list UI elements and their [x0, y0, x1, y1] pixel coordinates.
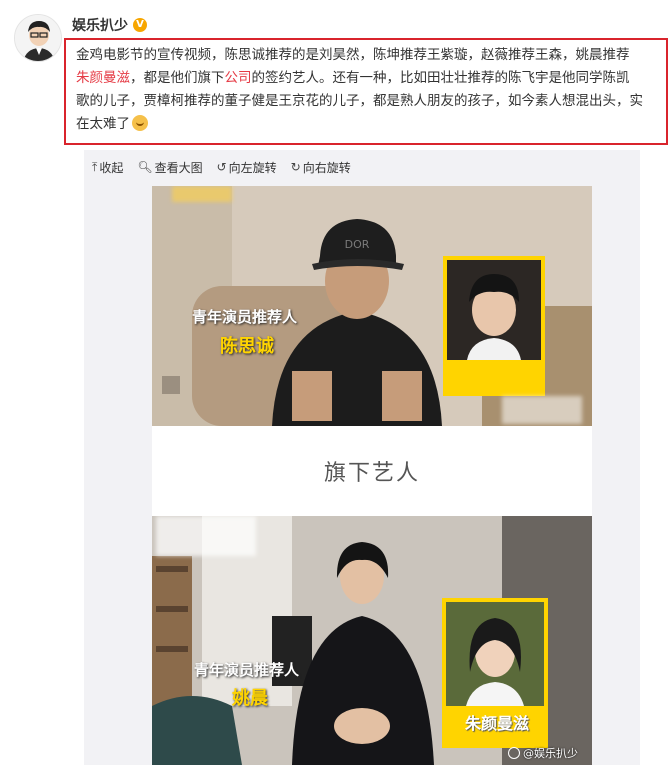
username-link[interactable]: 娱乐扒少	[72, 15, 128, 35]
collapse-label: 收起	[99, 160, 124, 175]
post-line-3: 歌的儿子，贾樟柯推荐的董子健是王京花的儿子，都是熟人朋友的孩子，如今素人想混出头…	[76, 93, 643, 109]
rotate-right-label: 向右旋转	[302, 160, 351, 175]
topic-link-actor[interactable]: 朱颜曼滋	[76, 70, 130, 86]
view-large-label: 查看大图	[154, 160, 203, 175]
media-viewer: ⤒ 收起 🔍︎ 查看大图 ↺ 向左旋转 ↻ 向右旋转 DOR 青年演员推荐人 陈…	[84, 150, 640, 765]
recommender-caption: 青年演员推荐人	[192, 308, 298, 326]
post-line-1: 金鸡电影节的宣传视频，陈思诚推荐的是刘昊然，陈坤推荐王紫璇，赵薇推荐王森，姚晨推…	[76, 47, 630, 63]
recommender-name: 陈思诚	[220, 336, 274, 357]
post-line-4: 在太难了	[76, 113, 658, 136]
recommended-actor-card	[443, 256, 545, 396]
caption-strip: 旗下艺人	[152, 426, 592, 516]
post-text: 金鸡电影节的宣传视频，陈思诚推荐的是刘昊然，陈坤推荐王紫璇，赵薇推荐王森，姚晨推…	[64, 38, 668, 145]
user-line: 娱乐扒少 V	[72, 14, 147, 36]
avatar[interactable]	[14, 14, 62, 62]
image-toolbar: ⤒ 收起 🔍︎ 查看大图 ↺ 向左旋转 ↻ 向右旋转	[92, 158, 351, 176]
photo-panel-2[interactable]: 青年演员推荐人 姚晨 朱颜曼滋	[152, 516, 592, 765]
topic-link-company[interactable]: 公司	[225, 70, 252, 86]
rotate-left-button[interactable]: ↺ 向左旋转	[217, 159, 277, 176]
photo-panel-1[interactable]: DOR 青年演员推荐人 陈思诚	[152, 186, 592, 426]
rotate-left-label: 向左旋转	[228, 160, 277, 175]
watermark-text: @娱乐扒少	[523, 747, 578, 760]
verified-badge-icon: V	[133, 18, 147, 32]
rotate-right-icon: ↻	[290, 160, 301, 174]
arrow-up-icon: ⤒	[92, 159, 98, 174]
actress-name-caption: 朱颜曼滋	[464, 714, 529, 733]
collapse-button[interactable]: ⤒ 收起	[92, 159, 123, 176]
weibo-logo-icon	[508, 747, 520, 759]
svg-text:DOR: DOR	[345, 238, 370, 251]
recommender-name-2: 姚晨	[232, 688, 268, 709]
subsidiary-artist-label: 旗下艺人	[323, 461, 420, 486]
smile-emoji-icon	[132, 115, 148, 131]
magnifier-icon: 🔍︎	[137, 160, 153, 174]
weibo-watermark: @娱乐扒少	[508, 745, 578, 761]
young-actor-portrait	[447, 260, 541, 360]
actress-portrait	[446, 602, 544, 706]
rotate-right-button[interactable]: ↻ 向右旋转	[291, 159, 351, 176]
blurred-patch-top	[172, 186, 232, 202]
view-large-button[interactable]: 🔍︎ 查看大图	[137, 159, 202, 176]
post-line-2-a: ，都是他们旗下	[130, 70, 225, 86]
post-line-4-text: 在太难了	[76, 116, 130, 132]
blurred-patch-2	[156, 516, 256, 556]
post-line-2-b: 的签约艺人。还有一种，比如田壮壮推荐的陈飞宇是他同学陈凯	[251, 70, 630, 86]
rotate-left-icon: ↺	[216, 160, 227, 174]
recommender-caption-2: 青年演员推荐人	[194, 661, 300, 679]
post-line-2: 朱颜曼滋，都是他们旗下公司的签约艺人。还有一种，比如田壮壮推荐的陈飞宇是他同学陈…	[76, 67, 658, 90]
recommended-actor-card-2: 朱颜曼滋	[442, 598, 548, 748]
blurred-patch	[502, 396, 582, 424]
avatar-illustration	[15, 15, 61, 61]
